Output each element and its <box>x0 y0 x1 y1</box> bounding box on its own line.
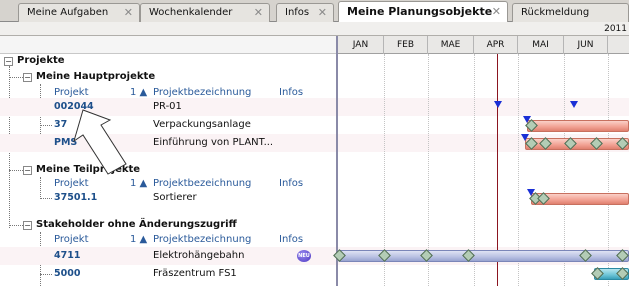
tab-label: Infos <box>285 7 310 18</box>
project-name: Einführung von PLANT... <box>153 137 274 148</box>
milestone-marker[interactable] <box>570 101 578 108</box>
tab-bar: Meine Aufgaben ✕ Wochenkalender ✕ Infos … <box>0 0 629 23</box>
project-name: Fräszentrum FS1 <box>153 268 237 279</box>
table-row[interactable]: 4711 Elektrohängebahn NEU <box>0 247 336 265</box>
project-name: Sortierer <box>153 192 197 203</box>
project-id[interactable]: 37501.1 <box>54 189 97 207</box>
close-icon[interactable]: ✕ <box>318 4 327 21</box>
table-row[interactable]: 37501.1 Sortierer <box>0 189 336 207</box>
tab-meine-planungsobjekte[interactable]: Meine Planungsobjekte ✕ <box>338 1 508 23</box>
project-id[interactable]: 5000 <box>54 265 80 283</box>
tab-wochenkalender[interactable]: Wochenkalender ✕ <box>140 3 270 22</box>
tab-infos[interactable]: Infos ✕ <box>276 3 334 22</box>
table-row[interactable]: 002044 PR-01 <box>0 98 336 116</box>
month-jun: JUN <box>564 36 608 54</box>
project-name: Verpackungsanlage <box>153 119 251 130</box>
milestone-marker[interactable] <box>494 101 502 108</box>
tab-rueckmeldung[interactable]: Rückmeldung <box>512 3 629 22</box>
month-apr: APR <box>474 36 518 54</box>
pointer-arrow-icon <box>73 109 127 175</box>
tab-meine-aufgaben[interactable]: Meine Aufgaben ✕ <box>18 3 140 22</box>
project-id[interactable]: 4711 <box>54 247 80 265</box>
close-icon[interactable]: ✕ <box>492 2 501 21</box>
tab-label: Wochenkalender <box>149 7 233 18</box>
month-mae: MAE <box>428 36 474 54</box>
close-icon[interactable]: ✕ <box>254 4 263 21</box>
collapse-icon[interactable]: − <box>23 73 32 82</box>
project-name: Elektrohängebahn <box>153 250 245 261</box>
month-mai: MAI <box>518 36 564 54</box>
year-label: 2011 <box>604 24 627 34</box>
table-row[interactable]: 37 Verpackungsanlage <box>0 116 336 134</box>
close-icon[interactable]: ✕ <box>124 4 133 21</box>
gantt-bar[interactable] <box>527 120 629 132</box>
month-feb: FEB <box>384 36 428 54</box>
table-row[interactable]: 5000 Fräszentrum FS1 <box>0 265 336 283</box>
collapse-icon[interactable]: − <box>4 57 13 66</box>
tab-label: Rückmeldung <box>521 7 590 18</box>
table-row[interactable]: PMS Einführung von PLANT... <box>0 134 336 152</box>
collapse-icon[interactable]: − <box>23 166 32 175</box>
gantt-row <box>338 54 629 72</box>
tab-label: Meine Planungsobjekte <box>347 5 493 18</box>
collapse-icon[interactable]: − <box>23 221 32 230</box>
month-header: JAN FEB MAE APR MAI JUN <box>338 36 629 54</box>
project-name: PR-01 <box>153 101 182 112</box>
gantt-row <box>338 98 629 116</box>
new-badge-icon[interactable]: NEU <box>297 250 311 262</box>
month-jan: JAN <box>338 36 384 54</box>
tab-label: Meine Aufgaben <box>27 7 109 18</box>
timeline-year-row: 2011 <box>0 22 629 36</box>
gantt-chart <box>333 54 629 286</box>
